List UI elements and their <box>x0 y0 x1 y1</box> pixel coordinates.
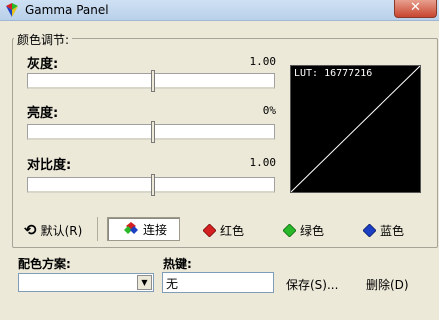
title-bar: Gamma Panel ✕ <box>0 0 439 21</box>
button-separator <box>97 217 98 241</box>
contrast-slider-thumb[interactable] <box>151 174 155 196</box>
hotkey-input[interactable]: 无 <box>162 272 274 293</box>
gray-slider-thumb[interactable] <box>151 70 155 92</box>
red-diamond-icon <box>203 223 216 237</box>
gray-value: 1.00 <box>249 55 277 68</box>
chevron-down-icon[interactable]: ▼ <box>137 275 152 290</box>
green-button[interactable]: 绿色 <box>283 218 324 242</box>
brightness-label: 亮度: <box>27 106 59 121</box>
default-button-label: 默认(R) <box>40 223 83 238</box>
gray-label: 灰度: <box>27 57 59 72</box>
lut-preview: LUT: 16777216 <box>290 65 421 193</box>
contrast-value: 1.00 <box>249 156 277 169</box>
link-button[interactable]: 连接 <box>107 217 180 241</box>
hotkey-label: 热键: <box>163 257 192 271</box>
link-button-label: 连接 <box>143 222 168 237</box>
default-button[interactable]: ⟲ 默认(R) <box>24 218 82 242</box>
blue-button[interactable]: 蓝色 <box>363 218 404 242</box>
contrast-label: 对比度: <box>27 158 72 173</box>
brightness-slider-thumb[interactable] <box>151 121 155 143</box>
red-button-label: 红色 <box>220 223 245 238</box>
lut-curve <box>291 66 420 192</box>
red-button[interactable]: 红色 <box>203 218 244 242</box>
close-button[interactable]: ✕ <box>394 0 437 18</box>
scheme-label: 配色方案: <box>18 257 71 271</box>
green-button-label: 绿色 <box>300 223 325 238</box>
blue-diamond-icon <box>363 223 376 237</box>
blue-button-label: 蓝色 <box>380 223 405 238</box>
delete-button[interactable]: 删除(D) <box>366 276 409 293</box>
scheme-select[interactable]: ▼ <box>18 273 154 292</box>
green-diamond-icon <box>283 223 296 237</box>
link-icon <box>124 222 138 234</box>
group-title: 颜色调节: <box>14 31 73 48</box>
brightness-value: 0% <box>262 104 276 117</box>
app-icon <box>6 3 18 17</box>
refresh-icon: ⟲ <box>24 221 37 239</box>
save-button[interactable]: 保存(S)... <box>286 276 338 293</box>
window-title: Gamma Panel <box>25 3 109 17</box>
